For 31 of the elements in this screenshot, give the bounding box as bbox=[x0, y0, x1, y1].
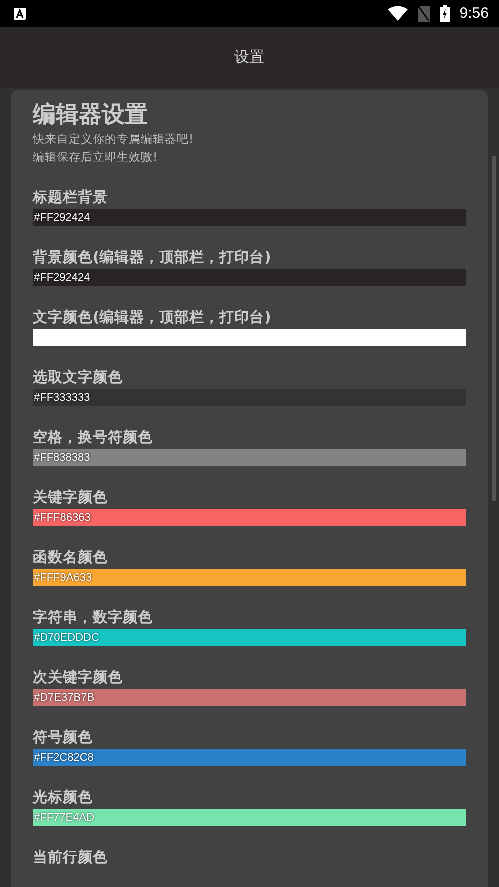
color-field[interactable] bbox=[33, 329, 466, 346]
no-sim-icon bbox=[418, 6, 430, 22]
setting-label: 选取文字颜色 bbox=[33, 368, 124, 388]
setting-label: 关键字颜色 bbox=[33, 488, 109, 508]
setting-label: 次关键字颜色 bbox=[33, 668, 124, 688]
setting-label: 标题栏背景 bbox=[33, 188, 109, 208]
color-field[interactable]: #FF292424 bbox=[33, 209, 466, 226]
color-field[interactable]: #D70EDDDC bbox=[33, 629, 466, 646]
color-field[interactable]: #FF838383 bbox=[33, 449, 466, 466]
setting-label: 光标颜色 bbox=[33, 788, 94, 808]
setting-label: 空格，换号符颜色 bbox=[33, 428, 154, 448]
section-description: 编辑保存后立即生效嗷! bbox=[33, 149, 159, 166]
setting-label: 符号颜色 bbox=[33, 728, 94, 748]
color-field[interactable]: #FF333333 bbox=[33, 389, 466, 406]
color-field[interactable]: #FFF86363 bbox=[33, 509, 466, 526]
setting-label: 函数名颜色 bbox=[33, 548, 109, 568]
battery-charging-icon bbox=[440, 5, 450, 22]
color-field[interactable]: #FFF9A633 bbox=[33, 569, 466, 586]
section-description: 快来自定义你的专属编辑器吧! bbox=[33, 131, 195, 148]
section-title: 编辑器设置 bbox=[33, 102, 149, 128]
setting-label: 当前行颜色 bbox=[33, 848, 109, 868]
wifi-icon bbox=[388, 6, 408, 21]
clock-time: 9:56 bbox=[460, 5, 489, 22]
setting-label: 字符串，数字颜色 bbox=[33, 608, 154, 628]
color-field[interactable]: #D7E37B7B bbox=[33, 689, 466, 706]
color-field[interactable]: #FF292424 bbox=[33, 269, 466, 286]
setting-label: 文字颜色(编辑器，顶部栏，打印台) bbox=[33, 308, 272, 328]
app-notification-icon bbox=[14, 8, 26, 20]
setting-label: 背景颜色(编辑器，顶部栏，打印台) bbox=[33, 248, 272, 268]
color-field[interactable]: #FF2C82C8 bbox=[33, 749, 466, 766]
app-bar-title: 设置 bbox=[234, 48, 264, 67]
